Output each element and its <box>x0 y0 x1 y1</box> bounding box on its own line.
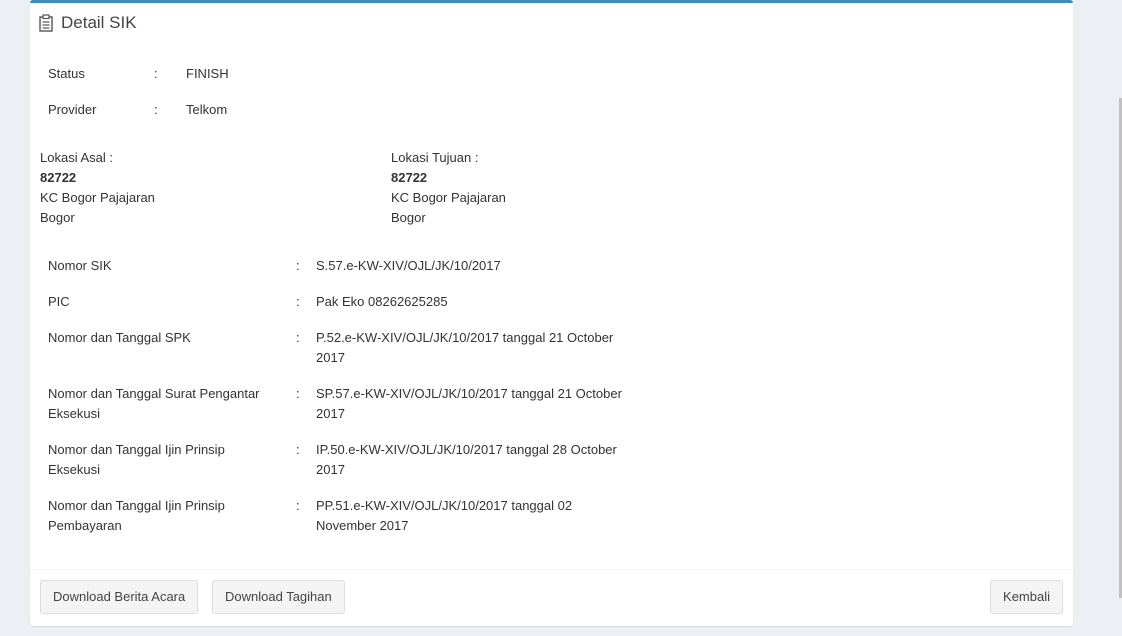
lokasi-asal-city: Bogor <box>40 210 75 225</box>
provider-separator: : <box>154 102 158 117</box>
lokasi-tujuan-code: 82722 <box>391 170 428 185</box>
detail-label: Nomor dan Tanggal Surat Pengantar Ekseku… <box>48 386 260 421</box>
detail-value: P.52.e-KW-XIV/OJL/JK/10/2017 tanggal 21 … <box>316 330 614 365</box>
lokasi-tujuan: Lokasi Tujuan : 82722 KC Bogor Pajajaran… <box>391 148 506 228</box>
lokasi-asal-code: 82722 <box>40 170 77 185</box>
status-label: Status <box>48 66 85 81</box>
status-separator: : <box>154 66 158 81</box>
clipboard-icon <box>39 14 53 32</box>
detail-label: Nomor dan Tanggal Ijin Prinsip Pembayara… <box>48 498 225 533</box>
lokasi-tujuan-city: Bogor <box>391 210 426 225</box>
detail-label: Nomor dan Tanggal Ijin Prinsip Eksekusi <box>48 442 225 477</box>
download-berita-acara-button[interactable]: Download Berita Acara <box>40 580 199 614</box>
detail-separator: : <box>296 330 300 345</box>
detail-value: PP.51.e-KW-XIV/OJL/JK/10/2017 tanggal 02… <box>316 498 573 533</box>
detail-separator: : <box>296 442 300 457</box>
detail-row-surat-pengantar: Nomor dan Tanggal Surat Pengantar Ekseku… <box>48 384 626 424</box>
detail-row-nomor-sik: Nomor SIK : S.57.e-KW-XIV/OJL/JK/10/2017 <box>48 256 626 276</box>
kembali-button[interactable]: Kembali <box>990 580 1063 614</box>
lokasi-tujuan-name: KC Bogor Pajajaran <box>391 190 506 205</box>
detail-separator: : <box>296 294 300 309</box>
detail-separator: : <box>296 258 300 273</box>
detail-sik-box: Detail SIK Status : FINISH Provider : Te… <box>30 0 1073 626</box>
provider-label: Provider <box>48 102 97 117</box>
detail-label: Nomor SIK <box>48 258 112 273</box>
detail-row-ijin-eksekusi: Nomor dan Tanggal Ijin Prinsip Eksekusi … <box>48 440 626 480</box>
detail-separator: : <box>296 498 300 513</box>
lokasi-asal-name: KC Bogor Pajajaran <box>40 190 155 205</box>
lokasi-asal-label: Lokasi Asal : <box>40 150 113 165</box>
detail-separator: : <box>296 386 300 401</box>
status-row: Status : FINISH <box>48 64 229 84</box>
detail-row-pic: PIC : Pak Eko 08262625285 <box>48 292 626 312</box>
detail-row-ijin-pembayaran: Nomor dan Tanggal Ijin Prinsip Pembayara… <box>48 496 586 536</box>
detail-label: PIC <box>48 294 70 309</box>
provider-value: Telkom <box>186 102 228 117</box>
status-value: FINISH <box>186 66 229 81</box>
box-footer: Download Berita Acara Download Tagihan K… <box>30 569 1073 626</box>
detail-label: Nomor dan Tanggal SPK <box>48 330 191 345</box>
lokasi-tujuan-label: Lokasi Tujuan : <box>391 150 479 165</box>
page-title: Detail SIK <box>61 13 137 32</box>
lokasi-asal: Lokasi Asal : 82722 KC Bogor Pajajaran B… <box>40 148 155 228</box>
detail-value: IP.50.e-KW-XIV/OJL/JK/10/2017 tanggal 28… <box>316 442 617 477</box>
box-header: Detail SIK <box>39 11 137 35</box>
download-tagihan-button[interactable]: Download Tagihan <box>212 580 345 614</box>
detail-value: Pak Eko 08262625285 <box>316 294 448 309</box>
detail-value: S.57.e-KW-XIV/OJL/JK/10/2017 <box>316 258 501 273</box>
detail-row-spk: Nomor dan Tanggal SPK : P.52.e-KW-XIV/OJ… <box>48 328 626 368</box>
detail-value: SP.57.e-KW-XIV/OJL/JK/10/2017 tanggal 21… <box>316 386 622 421</box>
provider-row: Provider : Telkom <box>48 100 227 120</box>
